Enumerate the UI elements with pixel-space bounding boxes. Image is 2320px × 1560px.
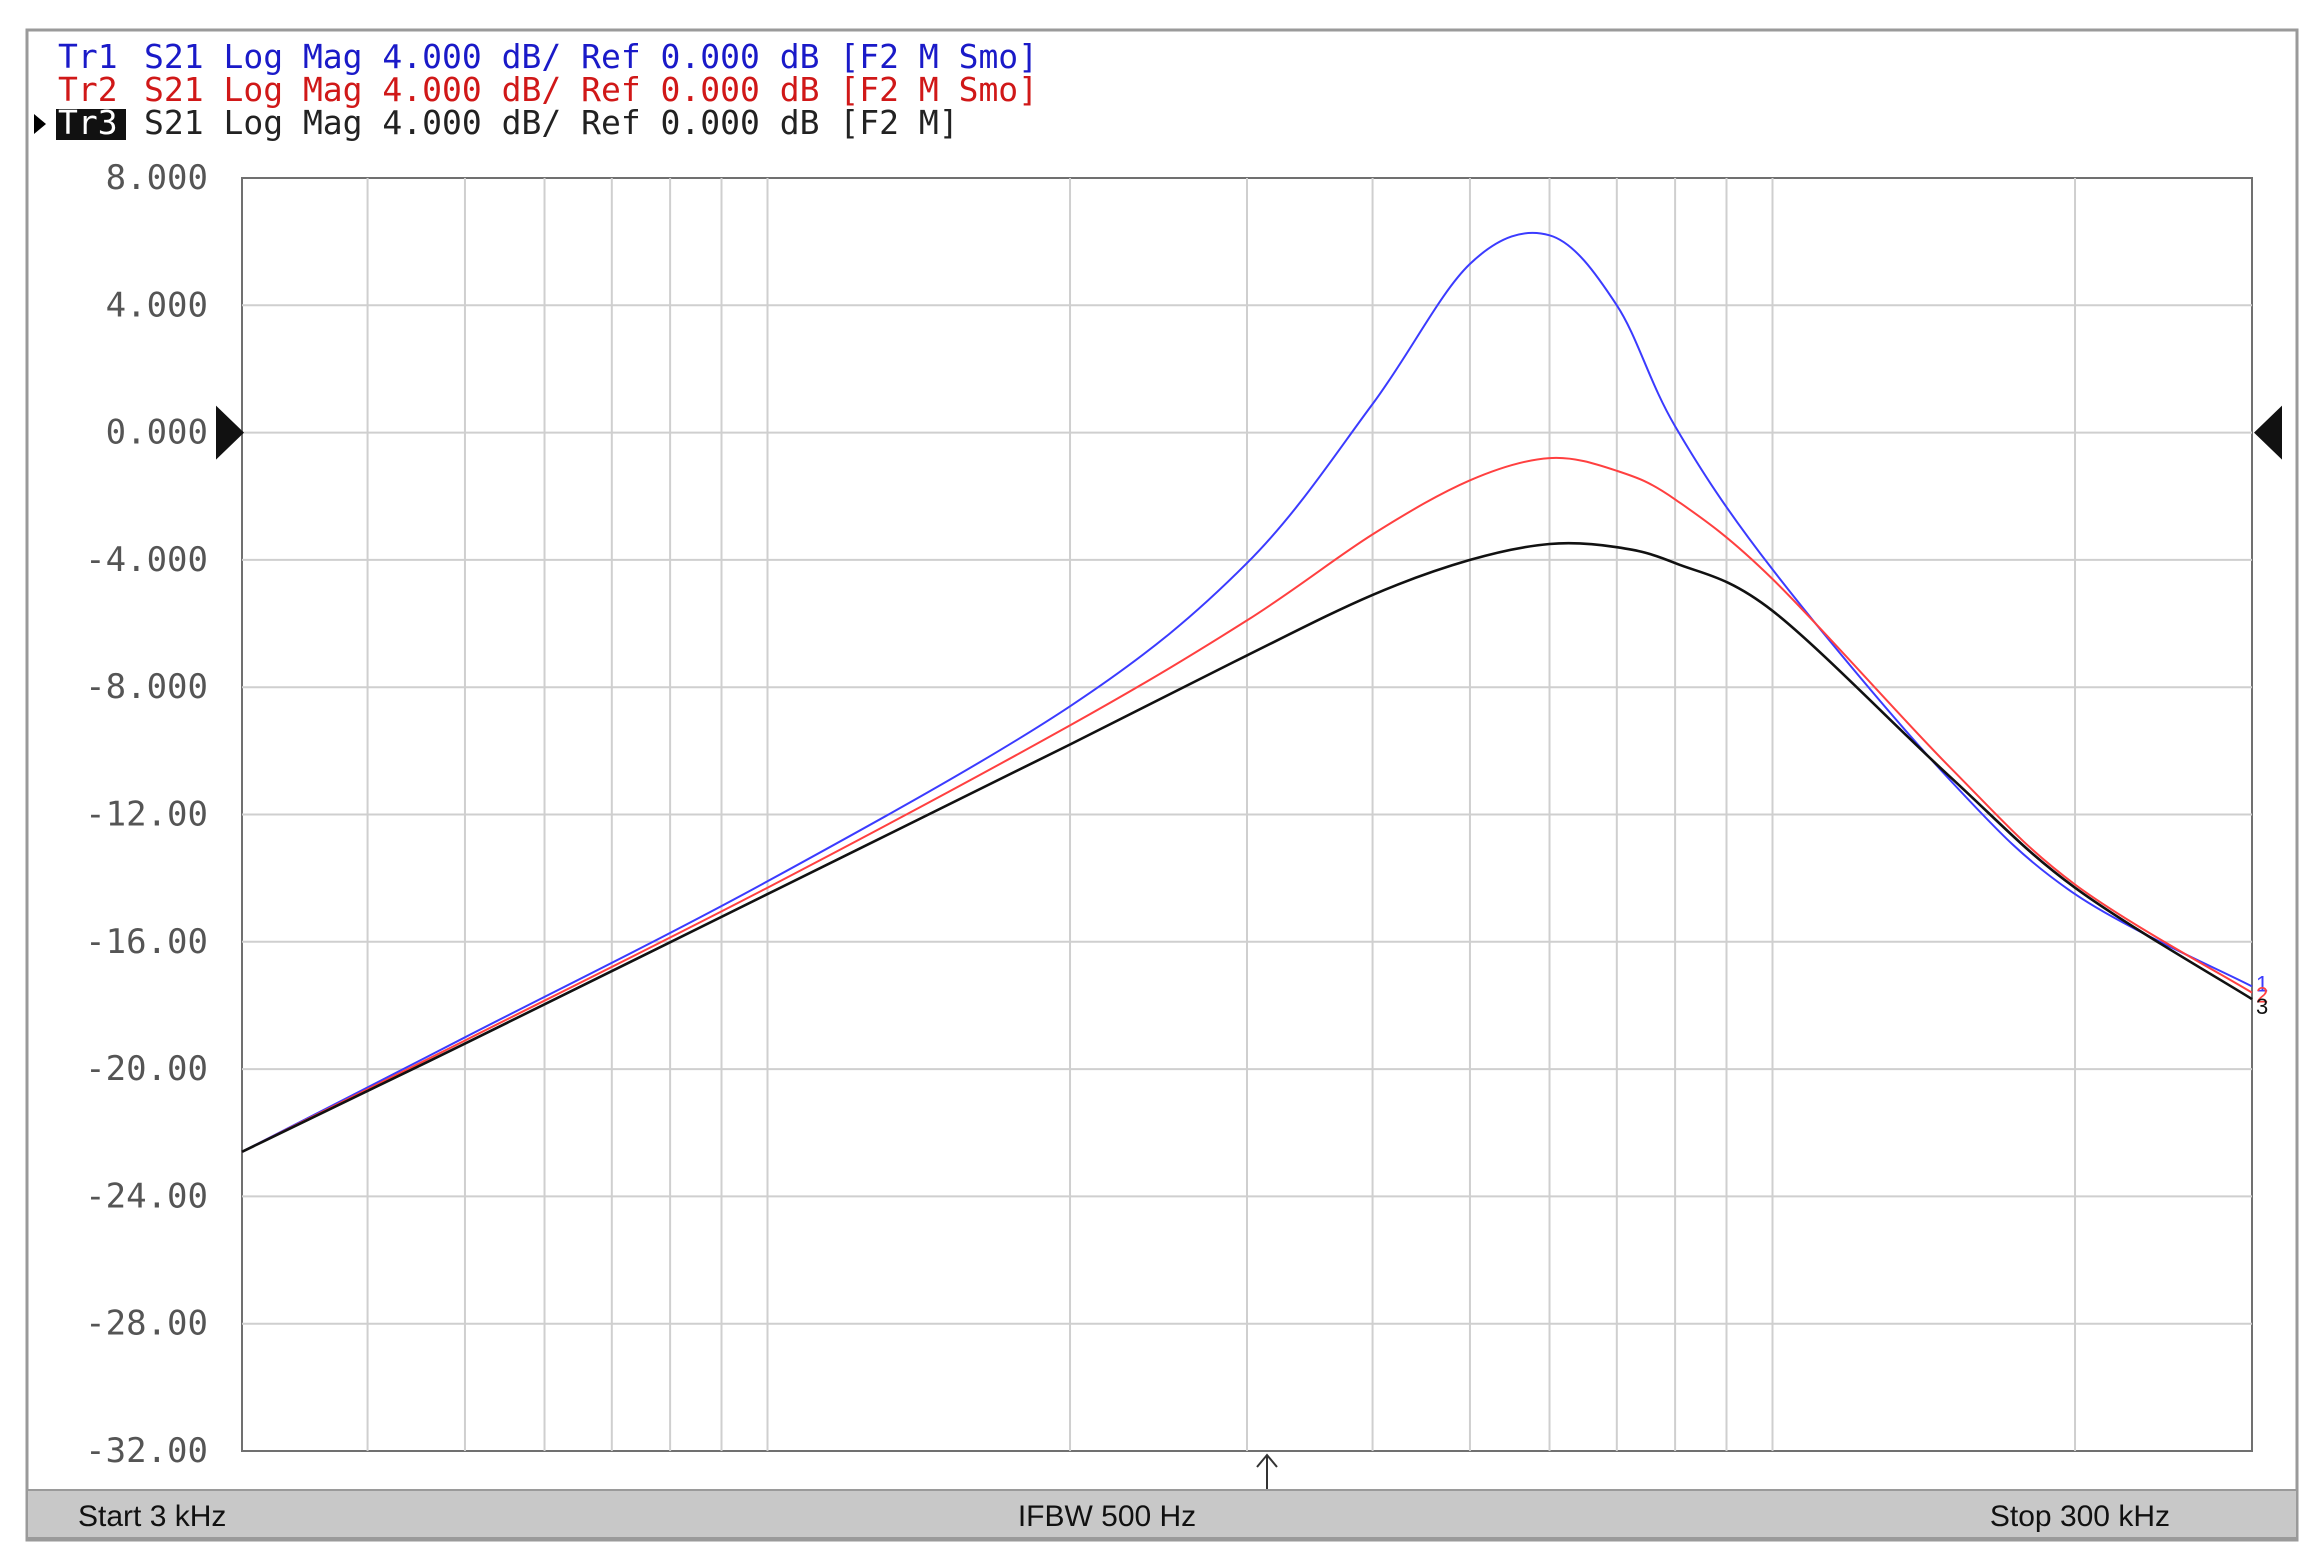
y-tick-label: -8.000: [85, 667, 208, 707]
y-tick-label: -24.00: [85, 1176, 208, 1216]
y-tick-label: 8.000: [106, 158, 208, 198]
y-tick-label: -28.00: [85, 1304, 208, 1344]
footer-stop-label: Stop 300 kHz: [1990, 1500, 2170, 1533]
y-tick-label: -12.00: [85, 795, 208, 835]
y-tick-label: -4.000: [85, 540, 208, 580]
network-analyzer-display: Tr1 S21 Log Mag 4.000 dB/ Ref 0.000 dB [F…: [25, 28, 2299, 1542]
footer-ifbw-label: IFBW 500 Hz: [1018, 1500, 1196, 1533]
footer-start-label: Start 3 kHz: [78, 1500, 226, 1533]
y-tick-label: 4.000: [106, 285, 208, 325]
trace-header-id[interactable]: Tr3: [58, 103, 118, 142]
y-tick-label: -20.00: [85, 1049, 208, 1089]
y-tick-label: -32.00: [85, 1431, 208, 1471]
trace-header-text: S21 Log Mag 4.000 dB/ Ref 0.000 dB [F2 M…: [144, 103, 959, 142]
y-tick-label: -16.00: [85, 922, 208, 962]
y-tick-label: 0.000: [106, 413, 208, 453]
trace-header-list: Tr1 S21 Log Mag 4.000 dB/ Ref 0.000 dB [F…: [34, 37, 1038, 142]
trace-end-label: 3: [2256, 994, 2268, 1019]
